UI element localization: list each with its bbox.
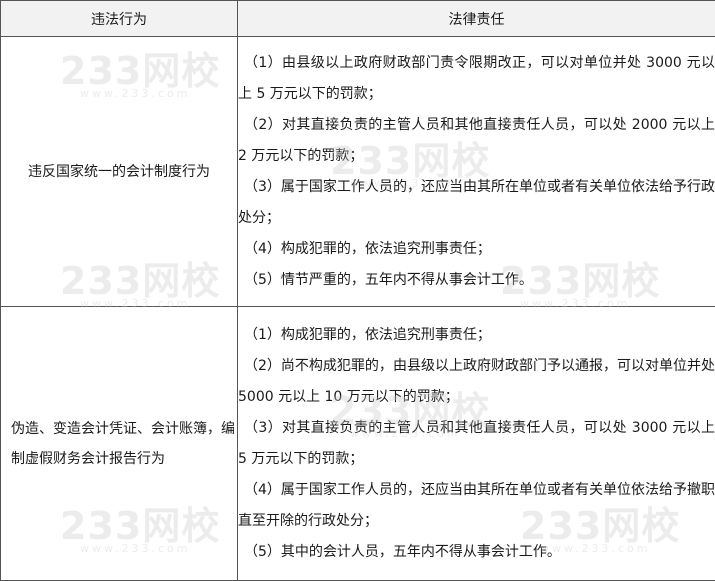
liability-item: （4）构成犯罪的，依法追究刑事责任； <box>238 234 715 265</box>
header-liability: 法律责任 <box>238 1 715 37</box>
liability-item: （1）构成犯罪的，依法追究刑事责任； <box>238 320 715 351</box>
table-header-row: 违法行为 法律责任 <box>1 1 715 37</box>
liability-item: （3）属于国家工作人员的，还应当由其所在单位或者有关单位依法给予行政处分； <box>238 172 715 234</box>
liability-item: （2）尚不构成犯罪的，由县级以上政府财政部门予以通报，可以对单位并处 5000 … <box>238 351 715 413</box>
liability-item: （5）其中的会计人员，五年内不得从事会计工作。 <box>238 537 715 568</box>
table-row: 违反国家统一的会计制度行为 （1）由县级以上政府财政部门责令限期改正，可以对单位… <box>1 37 715 307</box>
legal-liability-table: 违法行为 法律责任 违反国家统一的会计制度行为 （1）由县级以上政府财政部门责令… <box>0 0 715 581</box>
violation-cell: 违反国家统一的会计制度行为 <box>1 37 238 307</box>
liability-item: （2）对其直接负责的主管人员和其他直接责任人员，可以处 2000 元以上 2 万… <box>238 110 715 172</box>
table-row: 伪造、变造会计凭证、会计账簿，编制虚假财务会计报告行为 （1）构成犯罪的，依法追… <box>1 307 715 581</box>
liability-item: （5）情节严重的，五年内不得从事会计工作。 <box>238 265 715 296</box>
liability-item: （4）属于国家工作人员的，还应当由其所在单位或者有关单位依法给予撤职直至开除的行… <box>238 475 715 537</box>
liability-item: （1）由县级以上政府财政部门责令限期改正，可以对单位并处 3000 元以上 5 … <box>238 48 715 110</box>
violation-cell: 伪造、变造会计凭证、会计账簿，编制虚假财务会计报告行为 <box>1 307 238 581</box>
header-violation: 违法行为 <box>1 1 238 37</box>
liability-cell: （1）构成犯罪的，依法追究刑事责任； （2）尚不构成犯罪的，由县级以上政府财政部… <box>238 307 715 581</box>
liability-item: （3）对其直接负责的主管人员和其他直接责任人员，可以处 3000 元以上 5 万… <box>238 413 715 475</box>
liability-cell: （1）由县级以上政府财政部门责令限期改正，可以对单位并处 3000 元以上 5 … <box>238 37 715 307</box>
